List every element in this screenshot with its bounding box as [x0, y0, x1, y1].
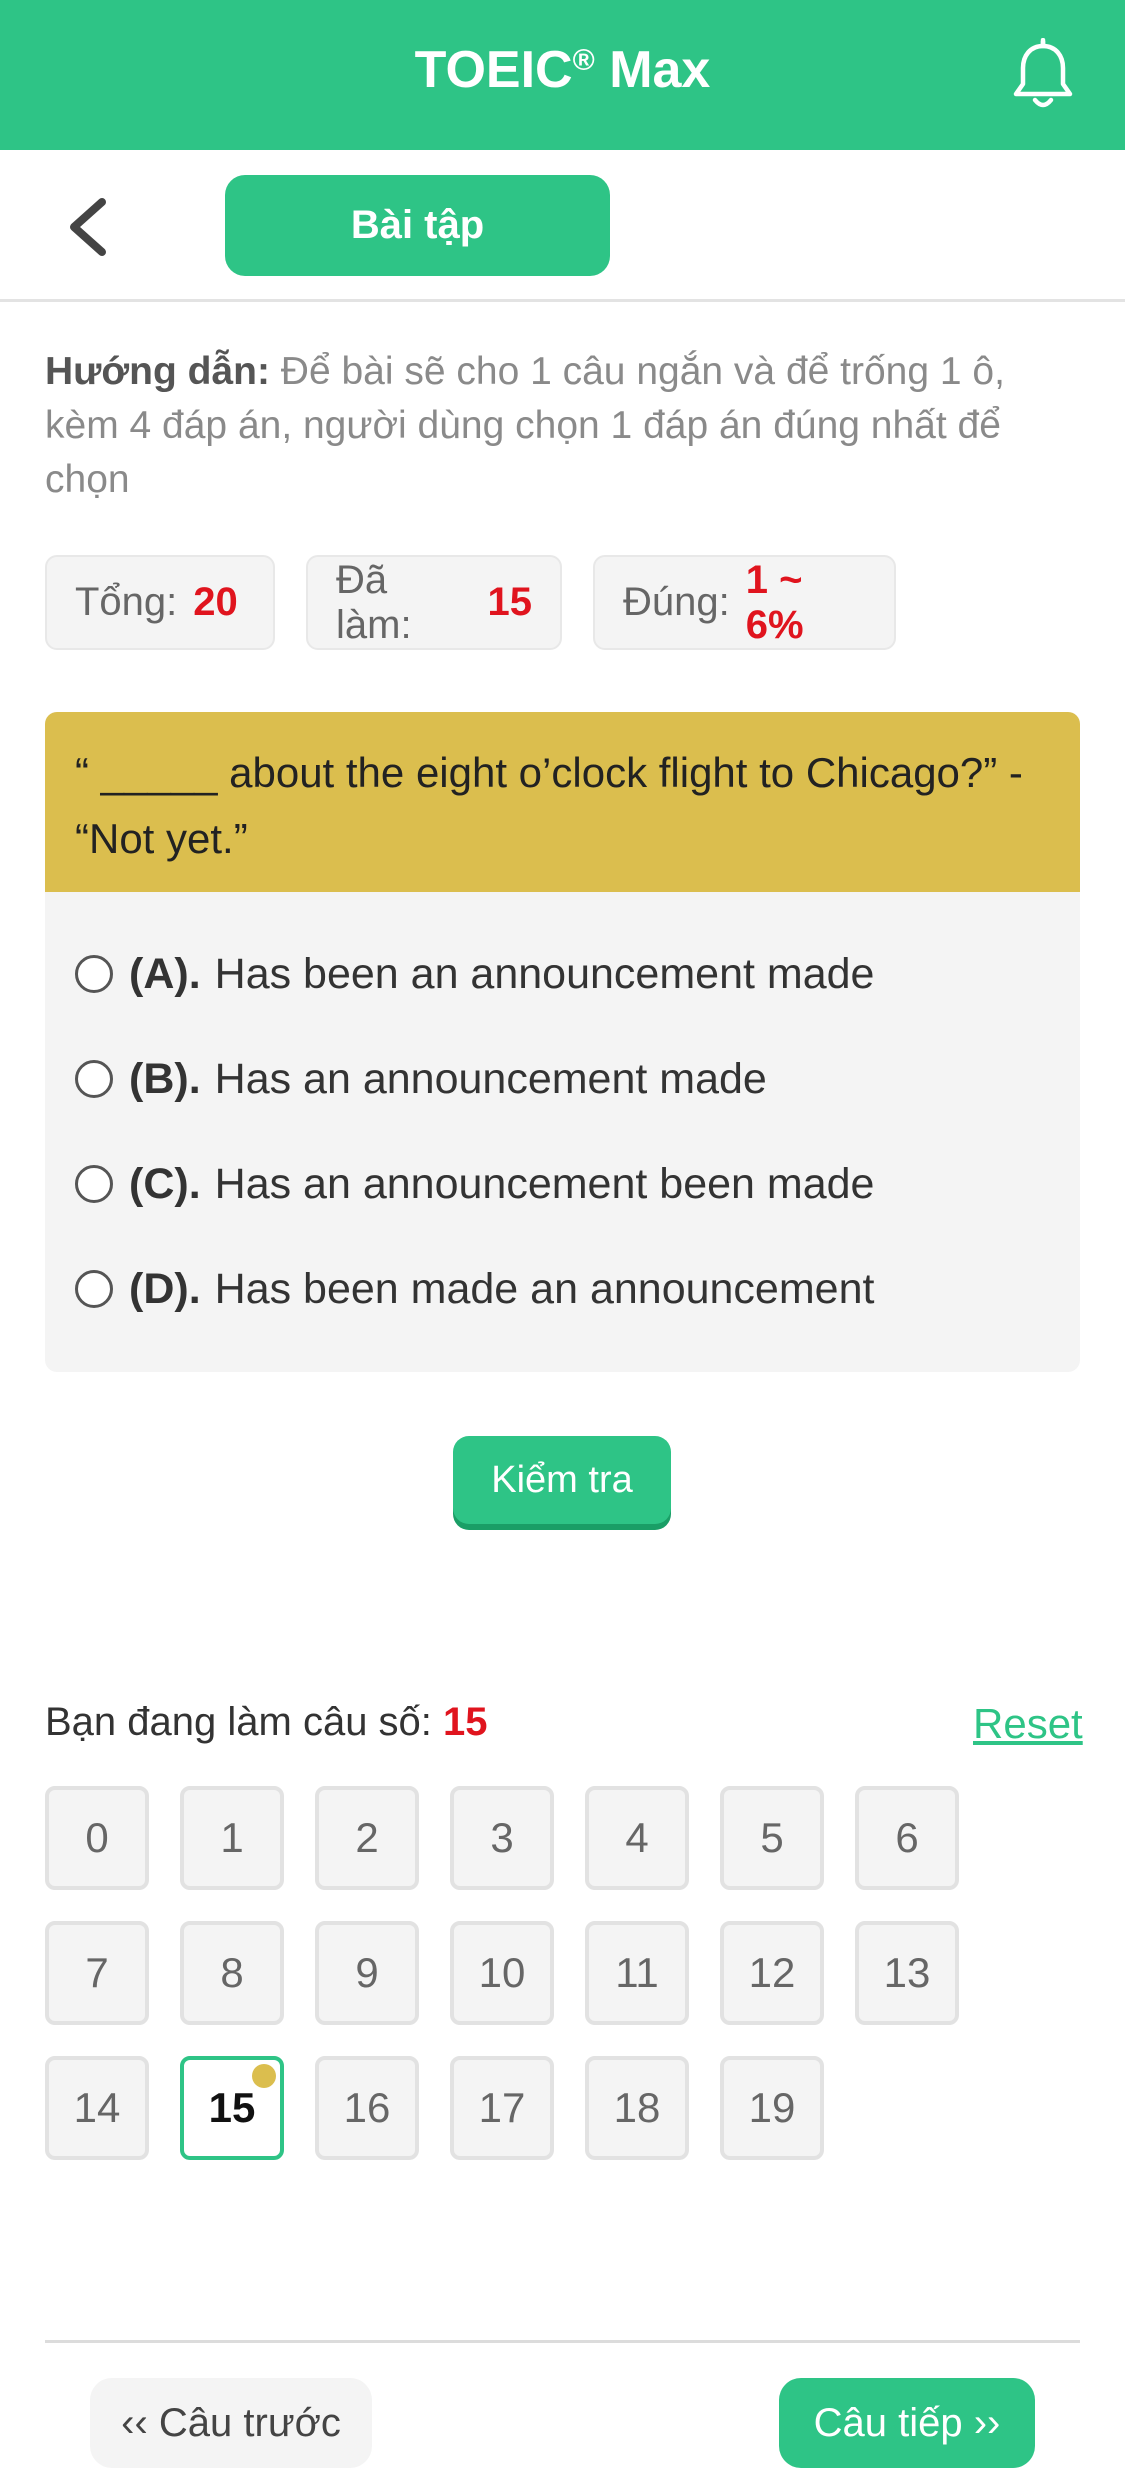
- question-number-button[interactable]: 5: [720, 1786, 824, 1890]
- question-number-button[interactable]: 3: [450, 1786, 554, 1890]
- stat-label: Đúng:: [623, 580, 730, 624]
- question-number-button[interactable]: 7: [45, 1921, 149, 2025]
- check-button[interactable]: Kiểm tra: [453, 1436, 671, 1524]
- divider: [45, 2340, 1080, 2343]
- question-number-button[interactable]: 6: [855, 1786, 959, 1890]
- option-a[interactable]: (A). Has been an announcement made: [75, 944, 874, 1004]
- option-text: Has an announcement made: [214, 1054, 767, 1103]
- app-title-text: TOEIC: [414, 41, 573, 99]
- option-text: Has been an announcement made: [214, 949, 875, 998]
- stat-label: Đã làm:: [336, 557, 412, 647]
- current-question-number: 15: [443, 1700, 488, 1744]
- reset-link[interactable]: Reset: [973, 1700, 1083, 1748]
- question-number-button[interactable]: 16: [315, 2056, 419, 2160]
- bell-icon[interactable]: [1010, 38, 1076, 112]
- radio-button[interactable]: [75, 1060, 113, 1098]
- question-number-button[interactable]: 18: [585, 2056, 689, 2160]
- question-number-button[interactable]: 8: [180, 1921, 284, 2025]
- question-number-button[interactable]: 12: [720, 1921, 824, 2025]
- question-number-button[interactable]: 17: [450, 2056, 554, 2160]
- question-number-button[interactable]: 13: [855, 1921, 959, 2025]
- option-text: Has been made an announcement: [214, 1264, 875, 1313]
- question-number-label: 15: [208, 2084, 256, 2131]
- question-number-button[interactable]: 15: [180, 2056, 284, 2160]
- chevron-left-icon[interactable]: [60, 192, 120, 262]
- option-letter: (A).: [129, 949, 201, 998]
- question-number-button[interactable]: 4: [585, 1786, 689, 1890]
- question-card: “ _____ about the eight o’clock flight t…: [45, 712, 1080, 1372]
- stat-value: 15: [487, 580, 533, 624]
- radio-button[interactable]: [75, 1165, 113, 1203]
- progress-text: Bạn đang làm câu số:: [45, 1700, 432, 1744]
- option-c[interactable]: (C). Has an announcement been made: [75, 1154, 874, 1214]
- radio-button[interactable]: [75, 1270, 113, 1308]
- question-number-button[interactable]: 10: [450, 1921, 554, 2025]
- stat-total: Tổng: 20: [45, 555, 275, 650]
- tab-exercises[interactable]: Bài tập: [225, 175, 610, 276]
- question-number-button[interactable]: 14: [45, 2056, 149, 2160]
- radio-button[interactable]: [75, 955, 113, 993]
- registered-mark: ®: [572, 44, 595, 77]
- option-letter: (C).: [129, 1159, 201, 1208]
- option-letter: (D).: [129, 1264, 201, 1313]
- instructions: Hướng dẫn: Để bài sẽ cho 1 câu ngắn và đ…: [45, 345, 1085, 507]
- stat-correct: Đúng: 1 ~ 6%: [593, 555, 896, 650]
- question-text: “ _____ about the eight o’clock flight t…: [45, 712, 1080, 892]
- question-number-button[interactable]: 9: [315, 1921, 419, 2025]
- app-title-suffix: Max: [609, 41, 711, 99]
- previous-question-button[interactable]: ‹‹ Câu trước: [90, 2378, 372, 2468]
- option-d[interactable]: (D). Has been made an announcement: [75, 1259, 874, 1319]
- question-number-button[interactable]: 0: [45, 1786, 149, 1890]
- option-b[interactable]: (B). Has an announcement made: [75, 1049, 767, 1109]
- flag-dot: [252, 2064, 276, 2088]
- stat-label: Tổng:: [75, 580, 178, 624]
- progress-label: Bạn đang làm câu số: 15: [45, 1700, 488, 1745]
- question-number-button[interactable]: 1: [180, 1786, 284, 1890]
- option-text: Has an announcement been made: [214, 1159, 875, 1208]
- option-letter: (B).: [129, 1054, 201, 1103]
- question-number-button[interactable]: 2: [315, 1786, 419, 1890]
- question-number-button[interactable]: 19: [720, 2056, 824, 2160]
- stat-value: 1 ~ 6%: [745, 557, 804, 647]
- stat-done: Đã làm: 15: [306, 555, 562, 650]
- instructions-label: Hướng dẫn:: [45, 350, 270, 393]
- app-title: TOEIC® Max: [0, 40, 1125, 100]
- next-question-button[interactable]: Câu tiếp ››: [779, 2378, 1035, 2468]
- app-header: TOEIC® Max: [0, 0, 1125, 150]
- sub-header: Bài tập: [0, 150, 1125, 302]
- question-number-button[interactable]: 11: [585, 1921, 689, 2025]
- stat-value: 20: [193, 580, 238, 624]
